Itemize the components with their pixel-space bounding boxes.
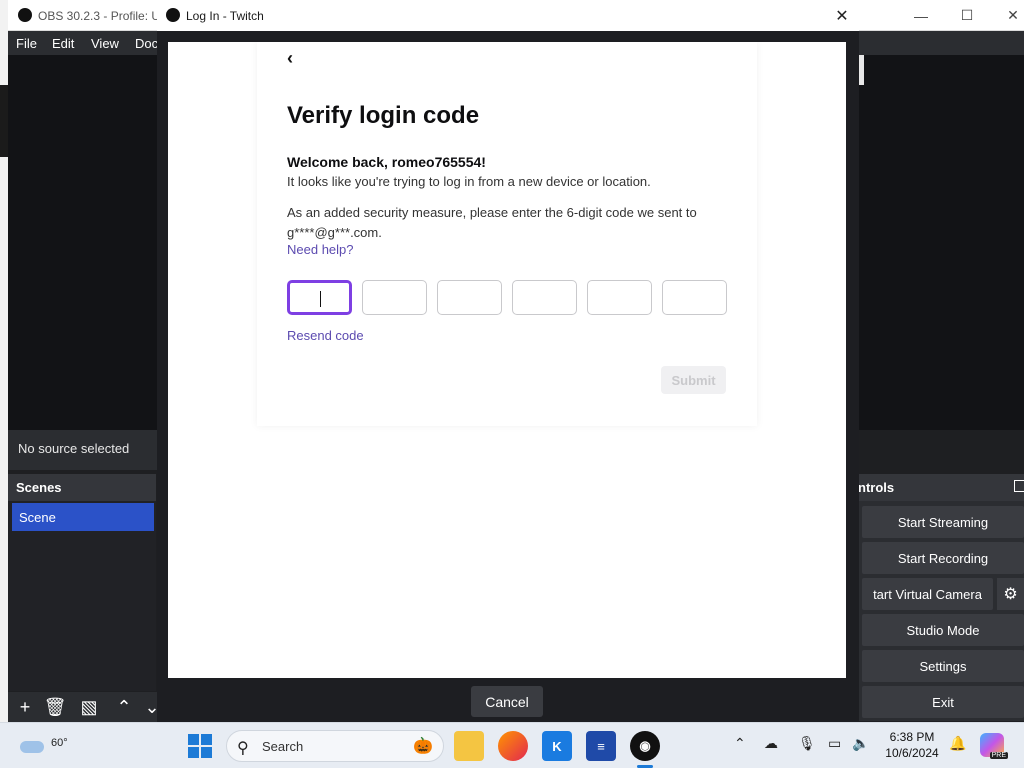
code-digit-5[interactable] xyxy=(587,280,652,315)
search-icon: ⚲ xyxy=(237,740,249,757)
copilot-icon[interactable]: PRE xyxy=(980,733,1008,759)
windows-start-icon[interactable] xyxy=(188,734,212,758)
controls-title: ntrols xyxy=(858,480,895,495)
weather-widget[interactable]: 60° xyxy=(20,731,68,759)
welcome-text: Welcome back, romeo765554! xyxy=(287,154,486,170)
search-label: Search xyxy=(262,739,304,754)
studio-mode-button[interactable]: Studio Mode xyxy=(862,614,1024,646)
code-digit-4[interactable] xyxy=(512,280,577,315)
scenes-dock-header: Scenes xyxy=(8,474,156,501)
add-scene-icon[interactable]: + xyxy=(14,696,36,718)
terminal-app-icon[interactable]: ≡ xyxy=(586,731,616,761)
minimize-icon[interactable]: — xyxy=(898,0,944,31)
file-explorer-icon[interactable] xyxy=(454,731,484,761)
back-arrow-icon[interactable]: ‹ xyxy=(287,48,293,69)
dialog-titlebar: Log In - Twitch ✕ xyxy=(157,0,859,31)
twitch-login-dialog: Log In - Twitch ✕ ‹ Verify login code We… xyxy=(157,0,859,722)
obs-logo-icon xyxy=(18,8,32,22)
cancel-button[interactable]: Cancel xyxy=(471,686,543,717)
dialog-title: Log In - Twitch xyxy=(186,9,264,23)
clock-date: 10/6/2024 xyxy=(885,746,939,760)
undock-icon[interactable] xyxy=(1014,480,1024,492)
controls-dock-header: ntrols xyxy=(858,474,1024,501)
text-caret xyxy=(320,291,321,307)
preview-badge: PRE xyxy=(989,752,1008,759)
scene-filters-icon[interactable]: ▧ xyxy=(78,696,100,718)
gear-icon[interactable]: ⚙ xyxy=(997,578,1024,610)
menu-file[interactable]: File xyxy=(16,36,37,51)
scenes-title: Scenes xyxy=(16,480,62,495)
scene-item-label: Scene xyxy=(19,510,56,525)
taskbar: 60° ⚲ Search 🎃 K ≡ ◉ ⌃ ☁ 🎙 ▭ 🔈 6:38 PM 1… xyxy=(0,722,1024,768)
exit-button[interactable]: Exit xyxy=(862,686,1024,718)
controls-dock: Start Streaming Start Recording tart Vir… xyxy=(858,501,1024,721)
scene-item[interactable]: Scene xyxy=(12,503,154,531)
resend-code-link[interactable]: Resend code xyxy=(287,328,364,343)
scenes-list: Scene xyxy=(8,501,156,691)
code-digit-2[interactable] xyxy=(362,280,427,315)
editor-app-icon[interactable]: K xyxy=(542,731,572,761)
bell-icon[interactable]: 🔔 xyxy=(949,735,966,752)
page-title: Verify login code xyxy=(287,102,480,129)
chevron-up-icon[interactable]: ⌃ xyxy=(734,735,746,752)
source-status: No source selected xyxy=(8,430,158,470)
clock[interactable]: 6:38 PM 10/6/2024 xyxy=(882,729,942,761)
volume-icon[interactable]: 🔈 xyxy=(852,735,869,752)
code-digit-3[interactable] xyxy=(437,280,502,315)
code-digit-1[interactable] xyxy=(287,280,352,315)
obs-logo-icon xyxy=(166,8,180,22)
firefox-icon[interactable] xyxy=(498,731,528,761)
verify-card: ‹ Verify login code Welcome back, romeo7… xyxy=(257,42,757,426)
code-digit-6[interactable] xyxy=(662,280,727,315)
web-view: ‹ Verify login code Welcome back, romeo7… xyxy=(168,42,846,678)
start-streaming-button[interactable]: Start Streaming xyxy=(862,506,1024,538)
maximize-icon[interactable]: ☐ xyxy=(944,0,990,31)
no-source-label: No source selected xyxy=(18,441,130,456)
start-virtual-camera-button[interactable]: tart Virtual Camera xyxy=(862,578,993,610)
temperature: 60° xyxy=(51,737,68,749)
search-highlight-icon: 🎃 xyxy=(413,738,433,755)
submit-button[interactable]: Submit xyxy=(661,366,726,394)
settings-button[interactable]: Settings xyxy=(862,650,1024,682)
cloud-icon xyxy=(20,741,44,753)
move-up-icon[interactable]: ⌃ xyxy=(113,696,135,718)
network-icon[interactable]: ▭ xyxy=(828,735,841,752)
security-text: As an added security measure, please ent… xyxy=(287,205,697,240)
need-help-link[interactable]: Need help? xyxy=(287,242,354,257)
obs-window-title: OBS 30.2.3 - Profile: Un xyxy=(38,9,167,23)
clock-time: 6:38 PM xyxy=(889,730,935,744)
close-icon[interactable]: ✕ xyxy=(831,5,853,27)
start-recording-button[interactable]: Start Recording xyxy=(862,542,1024,574)
remove-scene-icon[interactable]: 🗑 xyxy=(44,696,67,718)
new-device-text: It looks like you're trying to log in fr… xyxy=(287,174,651,189)
close-icon[interactable]: ✕ xyxy=(990,0,1024,31)
scene-toolbar: + 🗑 ▧ ⌃ ⌄ xyxy=(8,692,160,722)
search-box[interactable]: ⚲ Search 🎃 xyxy=(226,730,444,762)
menu-view[interactable]: View xyxy=(91,36,119,51)
microphone-icon[interactable]: 🎙 xyxy=(798,735,816,752)
menu-edit[interactable]: Edit xyxy=(52,36,74,51)
menu-docks[interactable]: Doc xyxy=(135,36,158,51)
obs-taskbar-icon[interactable]: ◉ xyxy=(630,731,660,761)
onedrive-icon[interactable]: ☁ xyxy=(764,735,778,752)
desktop-edge xyxy=(0,0,8,768)
